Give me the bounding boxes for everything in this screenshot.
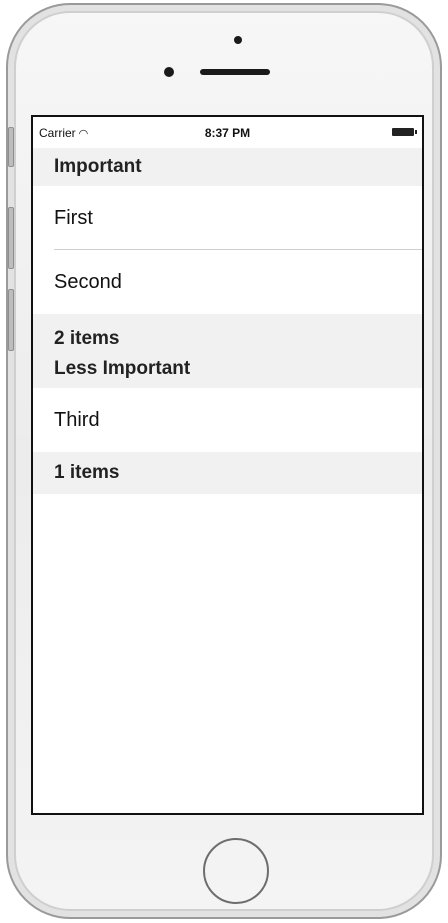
side-button — [8, 127, 14, 167]
table-row[interactable]: Second — [33, 250, 422, 314]
section-header-important: Important — [33, 148, 422, 186]
home-button[interactable] — [203, 838, 269, 904]
front-camera-icon — [164, 67, 174, 77]
proximity-sensor — [234, 36, 242, 44]
battery-icon — [392, 128, 417, 136]
screen: Carrier ◠ 8:37 PM Important First Second … — [31, 115, 424, 815]
volume-up-button — [8, 207, 14, 269]
section-footer-important: 2 items — [33, 326, 422, 352]
section-footer-group: 2 items Less Important — [33, 314, 422, 388]
status-time: 8:37 PM — [204, 126, 251, 140]
status-bar: Carrier ◠ 8:37 PM — [33, 117, 422, 148]
table-row[interactable]: Third — [33, 388, 422, 452]
volume-down-button — [8, 289, 14, 351]
earpiece-speaker — [200, 69, 270, 75]
table-row[interactable]: First — [33, 186, 422, 250]
section-footer-less-important: 1 items — [33, 452, 422, 494]
section-header-less-important: Less Important — [33, 352, 422, 386]
